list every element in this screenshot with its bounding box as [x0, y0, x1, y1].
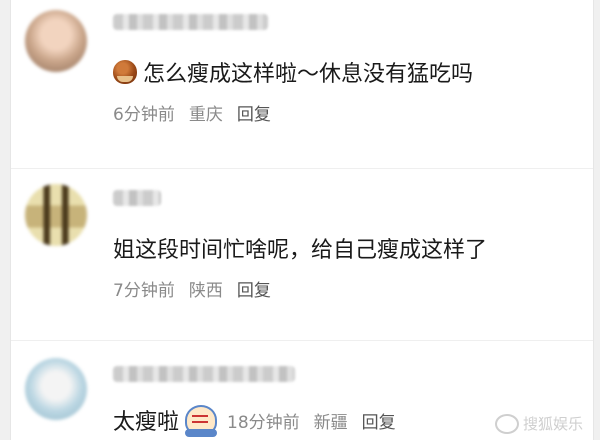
- username-blurred[interactable]: [113, 366, 295, 382]
- divider: [11, 168, 593, 169]
- comment-item: 姐这段时间忙啥呢，给自己瘦成这样了 7分钟前 陕西 回复: [11, 180, 593, 320]
- comment-text: 怎么瘦成这样啦～休息没有猛吃吗: [143, 62, 474, 87]
- comment-text-row: 太瘦啦 18分钟前 新疆 回复: [113, 404, 396, 437]
- comment-list: 怎么瘦成这样啦～休息没有猛吃吗 6分钟前 重庆 回复 姐这段时间忙啥呢，给自己瘦…: [10, 0, 594, 440]
- reply-button[interactable]: 回复: [237, 100, 271, 125]
- reply-button[interactable]: 回复: [362, 408, 396, 433]
- comment-text-row: 姐这段时间忙啥呢，给自己瘦成这样了: [113, 232, 487, 264]
- comment-time: 7分钟前: [113, 281, 175, 301]
- comment-location: 新疆: [313, 412, 348, 433]
- comment-time: 18分钟前: [227, 412, 300, 433]
- divider: [11, 340, 593, 341]
- comment-item: 怎么瘦成这样啦～休息没有猛吃吗 6分钟前 重庆 回复: [11, 0, 593, 140]
- avatar[interactable]: [25, 10, 87, 72]
- watermark-text: 搜狐娱乐: [522, 415, 583, 433]
- avatar[interactable]: [25, 184, 87, 246]
- crying-face-icon: [185, 405, 218, 437]
- comment-text: 太瘦啦: [113, 410, 180, 435]
- comment-text: 姐这段时间忙啥呢，给自己瘦成这样了: [113, 238, 488, 263]
- reply-button[interactable]: 回复: [237, 276, 271, 301]
- comment-location: 重庆: [188, 105, 223, 125]
- comment-time: 6分钟前: [113, 105, 175, 125]
- comment-text-row: 怎么瘦成这样啦～休息没有猛吃吗: [113, 56, 473, 88]
- chestnut-icon: [113, 60, 137, 84]
- username-blurred[interactable]: [113, 190, 161, 206]
- comment-meta: 6分钟前 重庆 回复: [113, 100, 271, 125]
- avatar[interactable]: [25, 358, 87, 420]
- username-blurred[interactable]: [113, 14, 268, 30]
- comment-meta: 18分钟前 新疆 回复: [227, 408, 396, 433]
- comment-location: 陕西: [188, 281, 223, 301]
- comment-meta: 7分钟前 陕西 回复: [113, 276, 271, 301]
- watermark: 搜狐娱乐: [494, 413, 583, 434]
- weibo-icon: [494, 413, 519, 434]
